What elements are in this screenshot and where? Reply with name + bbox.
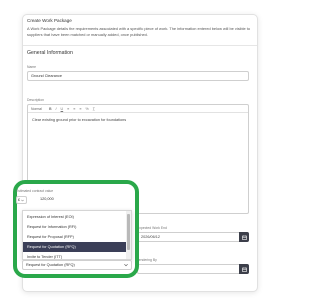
dropdown-option[interactable]: Expression of Interest (EOI)	[23, 212, 127, 222]
section-title-general: General Information	[27, 50, 73, 56]
format-select[interactable]: Normal	[31, 107, 42, 111]
tendering-by-date-input[interactable]	[137, 264, 249, 274]
dropdown-option[interactable]: Request for Proposal (RFP)	[23, 232, 127, 242]
underline-button[interactable]: U	[61, 107, 64, 111]
dropdown-option-selected[interactable]: Request for Quotation (RFQ)	[23, 242, 127, 252]
tender-type-dropdown: Expression of Interest (EOI) Request for…	[22, 210, 132, 260]
estimated-value-input[interactable]: 120,000	[40, 197, 54, 201]
link-button[interactable]: %	[85, 107, 88, 111]
card-description: A Work Package details the requirements …	[27, 26, 251, 37]
align-button[interactable]: ≡	[79, 107, 81, 111]
ordered-list-button[interactable]: ≡	[67, 107, 69, 111]
dropdown-scroll-thumb[interactable]	[127, 214, 130, 250]
calendar-icon	[241, 267, 247, 272]
calendar-button[interactable]	[239, 232, 249, 242]
name-value: Ground Clearance	[31, 74, 63, 78]
chevron-down-icon	[124, 263, 128, 267]
estimated-value-label: Estimated contract value	[16, 189, 54, 193]
currency-select[interactable]: £	[16, 196, 27, 204]
dropdown-option[interactable]: Invite to Tender (ITT)	[23, 252, 127, 259]
tender-type-select[interactable]: Request for Quotation (RFQ)	[22, 260, 132, 270]
calendar-button-2[interactable]	[239, 264, 249, 274]
divider	[23, 45, 257, 46]
description-text: Clear existing ground prior to excavatio…	[32, 118, 127, 122]
tender-type-value: Request for Quotation (RFQ)	[26, 263, 75, 267]
clear-format-button[interactable]: T̲	[93, 107, 95, 111]
italic-button[interactable]: I	[56, 107, 57, 111]
work-end-date-input[interactable]: 2026/06/12	[137, 232, 249, 242]
work-end-value: 2026/06/12	[141, 235, 161, 239]
editor-toolbar: Normal B I U ≡ ≡ ≡ % T̲	[28, 105, 248, 113]
calendar-icon	[241, 235, 247, 240]
bullet-list-button[interactable]: ≡	[73, 107, 75, 111]
card-title: Create Work Package	[27, 18, 72, 23]
name-input[interactable]: Ground Clearance	[27, 71, 249, 81]
work-end-label: Expected Work End	[137, 226, 167, 230]
description-label: Description	[27, 98, 44, 102]
dropdown-option[interactable]: Request for Information (RFI)	[23, 222, 127, 232]
currency-value: £	[18, 198, 21, 202]
chevron-down-icon	[21, 199, 24, 201]
name-label: Name	[27, 65, 37, 69]
tendering-by-label: Tendering By	[137, 258, 157, 262]
bold-button[interactable]: B	[49, 107, 52, 111]
